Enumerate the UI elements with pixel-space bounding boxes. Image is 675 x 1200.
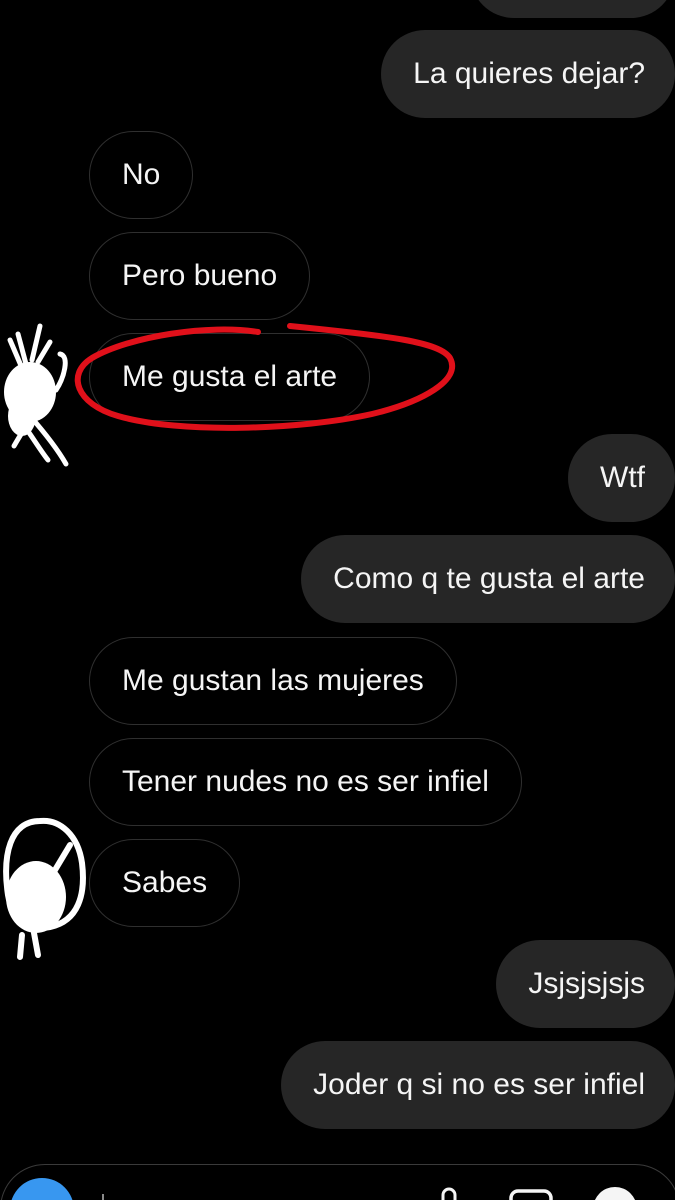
gallery-icon[interactable] (508, 1188, 554, 1200)
avatar-scribble-overlay (4, 323, 69, 467)
message-bubble-sent[interactable]: Como q te gusta el arte (301, 535, 675, 623)
message-thread[interactable]: La quieres dejar? No Pero bueno Me gusta… (0, 0, 675, 1200)
message-bubble-sent[interactable]: Jsjsjsjsjs (496, 940, 675, 1028)
message-bubble-received[interactable]: Pero bueno (89, 232, 311, 320)
message-bubble-partial[interactable] (470, 0, 675, 18)
red-circle-annotation (74, 323, 455, 431)
message-bubble-received[interactable]: Me gustan las mujeres (89, 637, 457, 725)
text-caret (102, 1194, 104, 1200)
message-bubble-received[interactable]: Sabes (89, 839, 241, 927)
message-bubble-sent[interactable]: La quieres dejar? (381, 30, 675, 118)
microphone-icon[interactable] (434, 1186, 464, 1200)
avatar-scribble-overlay (3, 817, 86, 960)
message-bubble-received[interactable]: No (89, 131, 194, 219)
message-bubble-sent[interactable]: Wtf (568, 434, 675, 522)
message-composer[interactable] (0, 1164, 675, 1200)
message-bubble-sent[interactable]: Joder q si no es ser infiel (281, 1041, 675, 1129)
sticker-icon[interactable] (590, 1184, 640, 1200)
message-bubble-received[interactable]: Tener nudes no es ser infiel (89, 738, 522, 826)
